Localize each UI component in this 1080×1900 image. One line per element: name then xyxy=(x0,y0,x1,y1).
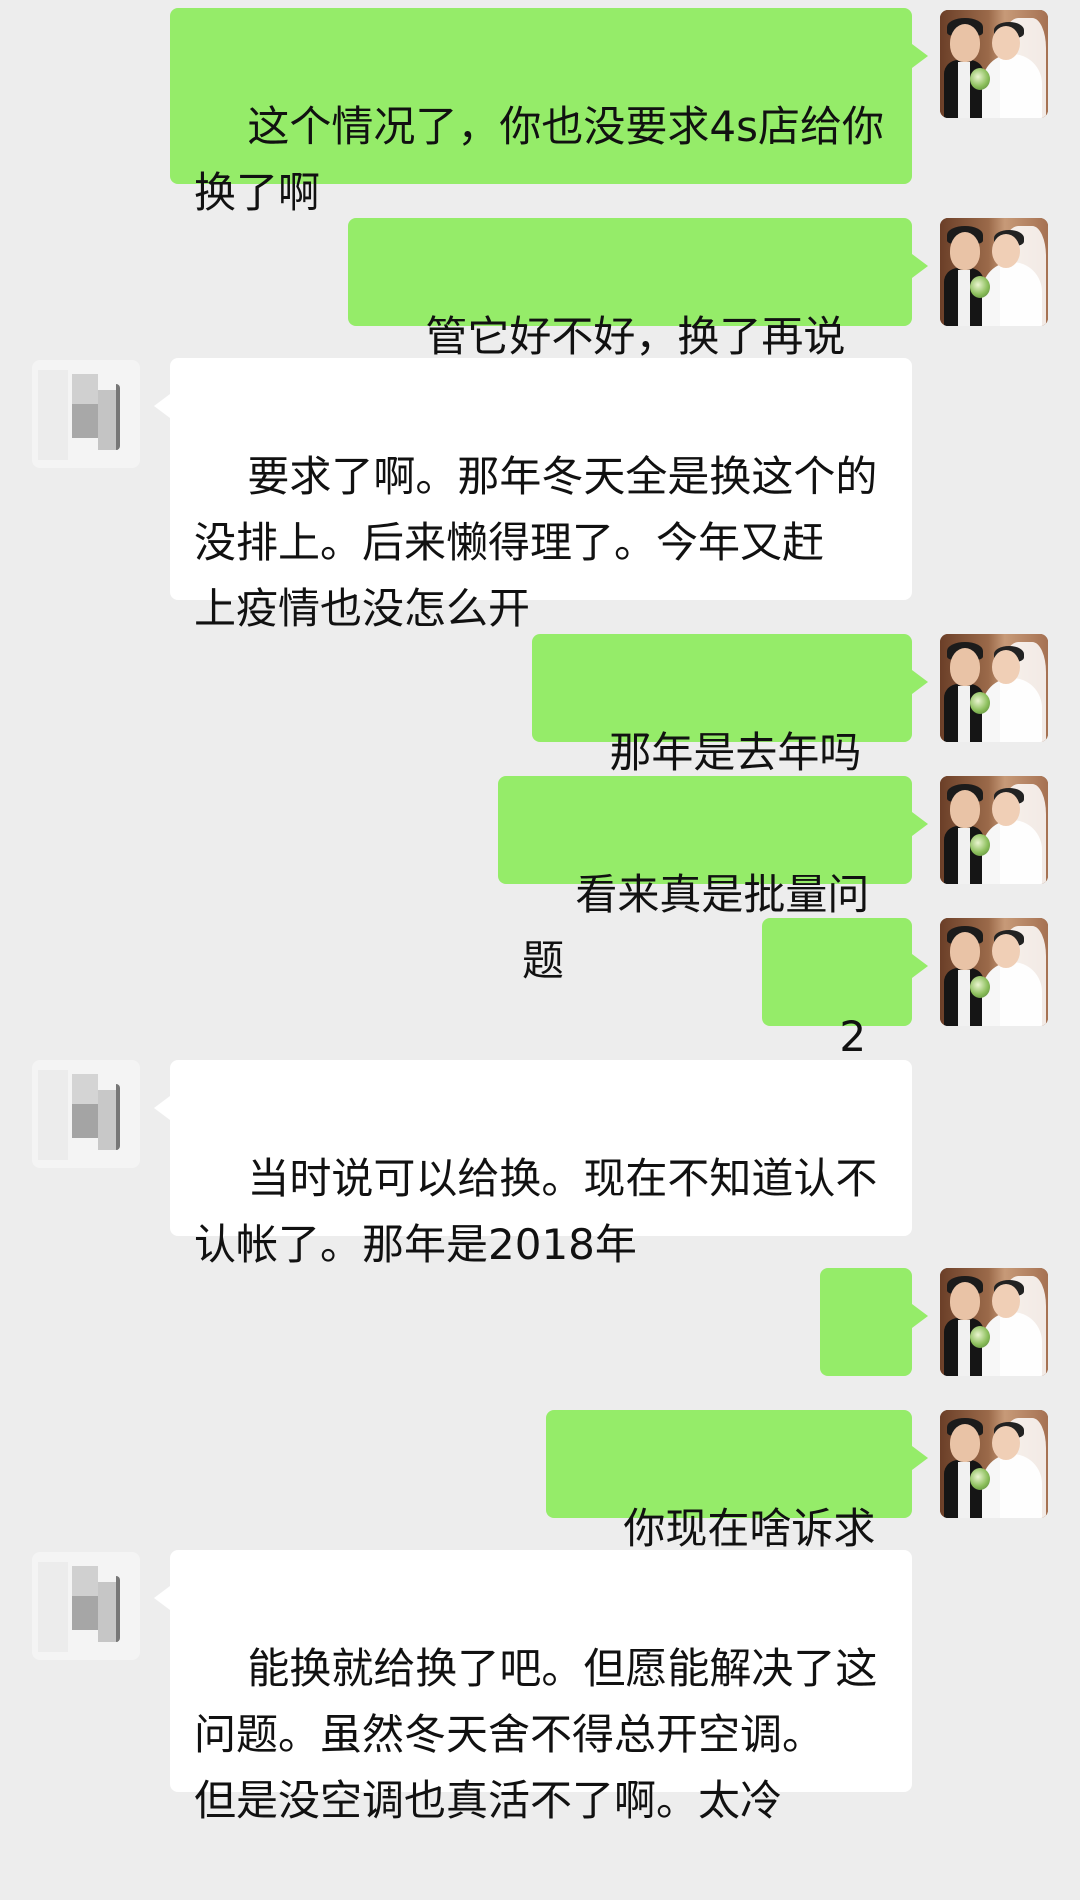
message-text: 这个情况了，你也没要求4s店给你 换了啊 xyxy=(194,102,885,217)
my-avatar[interactable] xyxy=(940,634,1048,742)
sent-message-bubble[interactable]: 你现在啥诉求呢 xyxy=(546,1410,928,1619)
message-text: 管它好不好，换了再说 xyxy=(425,312,846,361)
chat-message-list[interactable]: 这个情况了，你也没要求4s店给你 换了啊 管它好不好，换了再说 要求了啊。那年冬… xyxy=(0,0,1080,1825)
sent-message-bubble[interactable]: 嗯 xyxy=(820,1268,928,1477)
my-avatar[interactable] xyxy=(940,1410,1048,1518)
my-avatar[interactable] xyxy=(940,918,1048,1026)
message-text: 那年是去年吗 xyxy=(609,728,862,777)
sent-message-bubble[interactable]: 2018 xyxy=(762,918,928,1127)
received-message-bubble[interactable]: 能换就给换了吧。但愿能解决了这 问题。虽然冬天舍不得总开空调。 但是没空调也真活… xyxy=(154,1550,912,1825)
sent-message-bubble[interactable]: 那年是去年吗 xyxy=(532,634,928,839)
my-avatar[interactable] xyxy=(940,776,1048,884)
received-message-bubble[interactable]: 当时说可以给换。现在不知道认不 认帐了。那年是2018年 xyxy=(154,1060,912,1269)
sent-message-bubble[interactable]: 这个情况了，你也没要求4s店给你 换了啊 xyxy=(170,8,928,217)
my-avatar[interactable] xyxy=(940,10,1048,118)
received-message-bubble[interactable]: 要求了啊。那年冬天全是换这个的 没排上。后来懒得理了。今年又赶 上疫情也没怎么开 xyxy=(154,358,912,633)
message-text: 当时说可以给换。现在不知道认不 认帐了。那年是2018年 xyxy=(194,1154,878,1269)
my-avatar[interactable] xyxy=(940,1268,1048,1376)
contact-avatar[interactable] xyxy=(32,1060,140,1168)
sent-message-bubble[interactable]: 看来真是批量问题 xyxy=(498,776,928,985)
my-avatar[interactable] xyxy=(940,218,1048,326)
sent-message-bubble[interactable]: 管它好不好，换了再说 xyxy=(348,218,928,423)
message-text: 能换就给换了吧。但愿能解决了这 问题。虽然冬天舍不得总开空调。 但是没空调也真活… xyxy=(194,1644,878,1825)
contact-avatar[interactable] xyxy=(32,360,140,468)
contact-avatar[interactable] xyxy=(32,1552,140,1660)
message-text: 要求了啊。那年冬天全是换这个的 没排上。后来懒得理了。今年又赶 上疫情也没怎么开 xyxy=(194,452,878,633)
